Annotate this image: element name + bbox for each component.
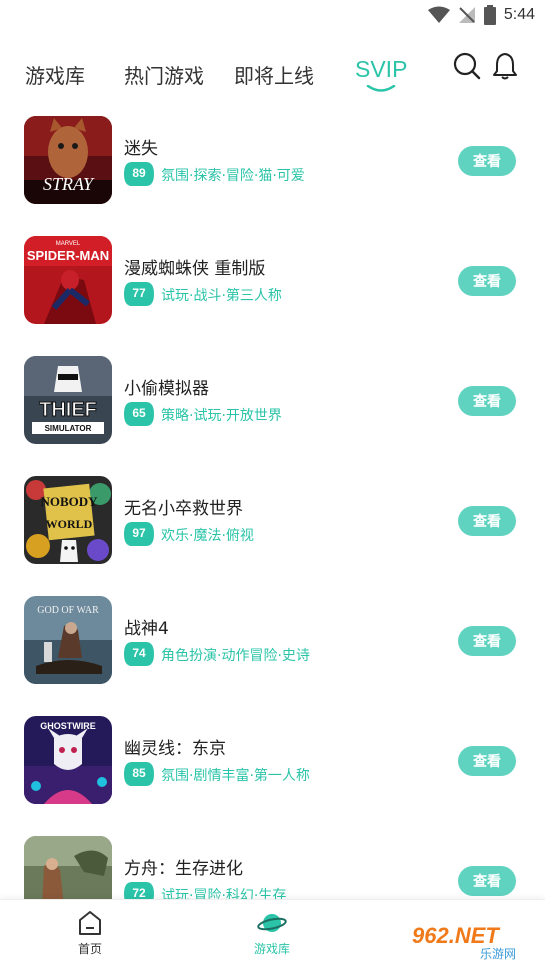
view-button[interactable]: 查看 [458,746,516,776]
cover-subtitle: SIMULATOR [45,424,92,433]
watermark-text: 962.NET [412,923,500,948]
game-list: STRAY 迷失 89 氛围·探索·冒险·猫·可爱 查看 MARVEL SPID… [0,102,545,899]
game-cover[interactable]: GHOSTWIRE [24,716,112,804]
cover-title: NOBODY [40,494,98,509]
score-value: 65 [132,406,146,420]
score-value: 89 [132,166,146,180]
cover-title: SPIDER-MAN [27,248,109,263]
nav-label: 游戏库 [253,942,290,956]
game-row[interactable]: STRAY 迷失 89 氛围·探索·冒险·猫·可爱 查看 [0,102,545,222]
game-tags: 氛围·剧情丰富·第一人称 [161,768,310,784]
game-row[interactable]: NOBODY WORLD 无名小卒救世界 97 欢乐·魔法·俯视 查看 [0,462,545,582]
game-tags: 角色扮演·动作冒险·史诗 [161,648,310,664]
score-badge: 74 [124,642,154,666]
cover-subtitle: WORLD [46,517,93,531]
game-title: 无名小卒救世界 [124,499,243,519]
game-tags: 试玩·战斗·第三人称 [161,288,282,304]
view-button[interactable]: 查看 [458,506,516,536]
game-cover[interactable] [24,836,112,899]
watermark-logo: 962.NET 乐游网 [406,920,540,961]
nav-item-game-library[interactable]: 游戏库 [232,908,312,957]
game-cover[interactable]: STRAY [24,116,112,204]
game-row[interactable]: GOD OF WAR 战神4 74 角色扮演·动作冒险·史诗 查看 [0,582,545,702]
score-badge: 85 [124,762,154,786]
score-value: 74 [132,646,146,660]
wifi-icon [427,6,450,23]
game-row[interactable]: MARVEL SPIDER-MAN 漫威蜘蛛侠 重制版 77 试玩·战斗·第三人… [0,222,545,342]
cover-title: GOD OF WAR [37,605,99,616]
score-value: 77 [132,286,146,300]
planet-icon [257,914,287,932]
game-cover[interactable]: MARVEL SPIDER-MAN [24,236,112,324]
game-title: 迷失 [124,139,158,159]
game-cover[interactable]: GOD OF WAR [24,596,112,684]
game-row[interactable]: GHOSTWIRE 幽灵线：东京 85 氛围·剧情丰富·第一人称 查看 [0,702,545,822]
no-signal-icon [458,7,475,23]
game-tags: 策略·试玩·开放世界 [161,408,282,424]
cover-subtitle: MARVEL [56,241,81,247]
active-tab-indicator [366,85,396,92]
game-tags: 试玩·冒险·科幻·生存 [161,888,287,899]
tab-svip[interactable]: SVIP [355,56,407,83]
game-title: 小偷模拟器 [124,379,209,399]
game-tags: 氛围·探索·冒险·猫·可爱 [161,168,305,184]
home-icon [79,911,101,935]
status-time: 5:44 [503,6,535,23]
score-badge: 97 [124,522,154,546]
tab-game-library[interactable]: 游戏库 [25,60,85,89]
view-button[interactable]: 查看 [458,266,516,296]
score-badge: 77 [124,282,154,306]
view-button[interactable]: 查看 [458,386,516,416]
status-bar: 5:44 [0,0,545,32]
cover-title: STRAY [43,174,95,194]
cover-title: THIEF [39,399,97,421]
game-title: 幽灵线：东京 [124,739,226,759]
tab-coming-soon[interactable]: 即将上线 [234,60,314,89]
view-button[interactable]: 查看 [458,626,516,656]
game-title: 战神4 [124,619,169,639]
nav-item-home[interactable]: 首页 [50,908,130,957]
score-badge: 89 [124,162,154,186]
view-button[interactable]: 查看 [458,146,516,176]
bell-icon[interactable] [491,52,519,80]
watermark-subtext: 乐游网 [480,947,516,961]
score-badge: 65 [124,402,154,426]
game-cover[interactable]: THIEF SIMULATOR [24,356,112,444]
score-value: 72 [132,886,146,899]
nav-label: 首页 [77,942,102,956]
game-row[interactable]: THIEF SIMULATOR 小偷模拟器 65 策略·试玩·开放世界 查看 [0,342,545,462]
top-tab-bar: 游戏库 热门游戏 即将上线 SVIP [0,52,545,102]
game-title: 方舟：生存进化 [124,859,243,879]
cover-title: GHOSTWIRE [40,721,96,731]
score-value: 97 [132,526,146,540]
tab-hot-games[interactable]: 热门游戏 [124,60,204,89]
search-icon[interactable] [453,52,481,80]
game-row[interactable]: 方舟：生存进化 72 试玩·冒险·科幻·生存 查看 [0,822,545,899]
game-title: 漫威蜘蛛侠 重制版 [124,259,266,279]
game-cover[interactable]: NOBODY WORLD [24,476,112,564]
view-button[interactable]: 查看 [458,866,516,896]
score-value: 85 [132,766,146,780]
score-badge: 72 [124,882,154,899]
battery-icon [483,5,496,25]
game-tags: 欢乐·魔法·俯视 [161,528,254,544]
